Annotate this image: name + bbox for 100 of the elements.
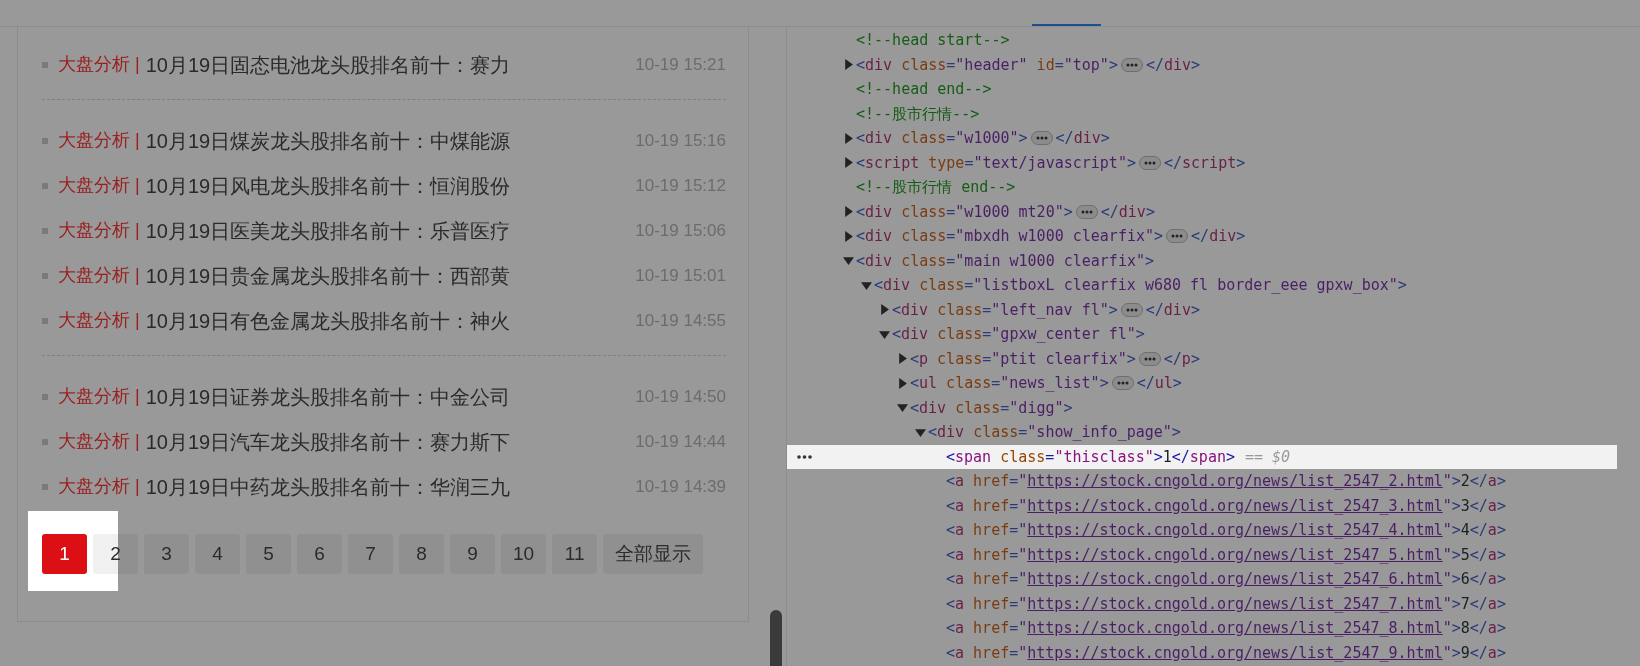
- page-button[interactable]: 10: [501, 534, 547, 574]
- page-button[interactable]: 11: [552, 534, 598, 574]
- ellipsis-icon[interactable]: [1075, 204, 1098, 219]
- dom-node-row[interactable]: <p class="ptit clearfix"> </p>: [787, 346, 1617, 371]
- dom-node-row[interactable]: <!--head end-->: [787, 77, 1617, 102]
- active-tab-indicator: [1032, 24, 1101, 26]
- caret-icon[interactable]: [897, 353, 908, 365]
- dom-node-row[interactable]: <div class="listboxL clearfix w680 fl border_eee gpxw_box">: [787, 273, 1617, 298]
- element-code: <a href="https://stock.cngold.org/news/list_2547_8.html">8</a>: [946, 618, 1506, 639]
- element-code: <a href="https://stock.cngold.org/news/list_2547_4.html">4</a>: [946, 520, 1506, 541]
- ellipsis-icon[interactable]: [1120, 57, 1143, 72]
- caret-icon[interactable]: [843, 230, 854, 242]
- page-button[interactable]: 7: [348, 534, 393, 574]
- ellipsis-icon[interactable]: [1111, 376, 1134, 391]
- dom-node-row[interactable]: <div class="gpxw_center fl">: [787, 322, 1617, 347]
- page-button[interactable]: 8: [399, 534, 444, 574]
- category-link[interactable]: 大盘分析 |: [58, 217, 140, 244]
- caret-icon[interactable]: [861, 279, 872, 291]
- opening-tag: <ul class="news_list">: [910, 372, 1109, 395]
- news-title-link[interactable]: 10月19日贵金属龙头股排名前十：西部黄: [145, 260, 511, 291]
- caret-icon[interactable]: [843, 206, 854, 218]
- dom-node-row[interactable]: <ul class="news_list"> </ul>: [787, 371, 1617, 396]
- bullet-icon: [42, 438, 48, 445]
- closing-tag: </script>: [1163, 151, 1246, 174]
- dom-node-row[interactable]: <div class="w1000 mt20"> </div>: [787, 199, 1617, 224]
- comment-text: <!--股市行情-->: [856, 103, 980, 125]
- dom-node-row[interactable]: <a href="https://stock.cngold.org/news/list_2547_5.html">5</a>: [787, 542, 1617, 567]
- category-link[interactable]: 大盘分析 |: [58, 172, 140, 199]
- dom-node-row[interactable]: <!--head start-->: [787, 28, 1617, 53]
- news-title-link[interactable]: 10月19日煤炭龙头股排名前十：中煤能源: [145, 125, 511, 156]
- caret-icon[interactable]: [843, 255, 854, 267]
- category-link[interactable]: 大盘分析 |: [58, 473, 140, 500]
- ellipsis-icon[interactable]: [1138, 155, 1161, 170]
- element-code: <div class="show_info_page">: [928, 422, 1181, 443]
- opening-tag: <div class="header" id="top">: [856, 53, 1118, 76]
- dom-node-row[interactable]: <a href="https://stock.cngold.org/news/list_2547_2.html">2</a>: [787, 469, 1617, 494]
- dom-node-row[interactable]: <div class="left_nav fl"> </div>: [787, 297, 1617, 322]
- element-code: <div class="listboxL clearfix w680 fl border_eee gpxw_box">: [874, 275, 1407, 296]
- caret-icon[interactable]: [843, 157, 854, 169]
- page-button[interactable]: 9: [450, 534, 495, 574]
- caret-icon[interactable]: [879, 328, 890, 340]
- ellipsis-icon[interactable]: [1166, 229, 1189, 244]
- bullet-icon: [42, 483, 48, 490]
- dom-node-row[interactable]: <div class="mbxdh w1000 clearfix"> </div>: [787, 224, 1617, 249]
- element-code: <div class="gpxw_center fl">: [892, 324, 1145, 345]
- category-link[interactable]: 大盘分析 |: [58, 51, 140, 78]
- news-title-link[interactable]: 10月19日医美龙头股排名前十：乐普医疗: [145, 215, 511, 246]
- page-button[interactable]: 6: [297, 534, 342, 574]
- caret-icon[interactable]: [843, 59, 854, 71]
- page-button[interactable]: 1: [42, 534, 87, 574]
- dom-node-row[interactable]: <div class="main w1000 clearfix">: [787, 248, 1617, 273]
- page-button[interactable]: 2: [93, 534, 138, 574]
- ellipsis-icon[interactable]: [1030, 131, 1053, 146]
- dom-node-row[interactable]: <div class="header" id="top"> </div>: [787, 52, 1617, 77]
- dom-node-row[interactable]: <!--股市行情-->: [787, 101, 1617, 126]
- opening-tag: <p class="ptit clearfix">: [910, 347, 1136, 370]
- page-button[interactable]: 4: [195, 534, 240, 574]
- news-title-link[interactable]: 10月19日汽车龙头股排名前十：赛力斯下: [145, 426, 511, 457]
- closing-tag: </div>: [1055, 127, 1110, 150]
- news-title-link[interactable]: 10月19日风电龙头股排名前十：恒润股份: [145, 170, 511, 201]
- closing-tag: </div>: [1145, 298, 1200, 321]
- ellipsis-icon[interactable]: [1120, 302, 1143, 317]
- category-link[interactable]: 大盘分析 |: [58, 127, 140, 154]
- closing-tag: </div>: [1191, 225, 1246, 248]
- news-title-link[interactable]: 10月19日固态电池龙头股排名前十：赛力: [145, 49, 511, 80]
- dom-node-row[interactable]: <a href="https://stock.cngold.org/news/list_2547_8.html">8</a>: [787, 616, 1617, 641]
- dom-node-row[interactable]: <script type="text/javascript"> </script>: [787, 150, 1617, 175]
- closing-tag: </div>: [1100, 200, 1155, 223]
- dom-node-row[interactable]: <div class="show_info_page">: [787, 420, 1617, 445]
- caret-icon[interactable]: [897, 402, 908, 414]
- page-button[interactable]: 全部显示: [603, 534, 704, 574]
- category-link[interactable]: 大盘分析 |: [58, 262, 140, 289]
- caret-icon[interactable]: [915, 426, 926, 438]
- bullet-icon: [42, 227, 48, 234]
- news-title-link[interactable]: 10月19日证券龙头股排名前十：中金公司: [145, 381, 511, 412]
- dom-node-row[interactable]: <a href="https://stock.cngold.org/news/list_2547_9.html">9</a>: [787, 640, 1617, 665]
- caret-icon[interactable]: [843, 132, 854, 144]
- caret-icon[interactable]: [897, 377, 908, 389]
- dom-node-row[interactable]: <span class="thisclass">1</span> == $0: [787, 444, 1617, 469]
- caret-icon[interactable]: [879, 304, 890, 316]
- news-title-link[interactable]: 10月19日中药龙头股排名前十：华润三九: [145, 471, 511, 502]
- ellipsis-icon[interactable]: [1138, 351, 1161, 366]
- page-button[interactable]: 5: [246, 534, 291, 574]
- opening-tag: <div class="w1000">: [856, 127, 1028, 150]
- dom-node-row[interactable]: <!--股市行情 end-->: [787, 175, 1617, 200]
- category-link[interactable]: 大盘分析 |: [58, 383, 140, 410]
- dom-node-row[interactable]: <div class="digg">: [787, 395, 1617, 420]
- category-link[interactable]: 大盘分析 |: [58, 307, 140, 334]
- more-icon[interactable]: [797, 454, 812, 459]
- bullet-icon: [42, 393, 48, 400]
- dom-node-row[interactable]: <div class="w1000"> </div>: [787, 126, 1617, 151]
- dom-node-row[interactable]: <a href="https://stock.cngold.org/news/list_2547_7.html">7</a>: [787, 591, 1617, 616]
- news-title-link[interactable]: 10月19日有色金属龙头股排名前十：神火: [145, 305, 511, 336]
- category-link[interactable]: 大盘分析 |: [58, 428, 140, 455]
- dom-node-row[interactable]: <a href="https://stock.cngold.org/news/list_2547_6.html">6</a>: [787, 567, 1617, 592]
- dom-node-row[interactable]: <a href="https://stock.cngold.org/news/list_2547_4.html">4</a>: [787, 518, 1617, 543]
- scrollbar-thumb[interactable]: [770, 610, 782, 666]
- bullet-icon: [42, 272, 48, 279]
- page-button[interactable]: 3: [144, 534, 189, 574]
- dom-node-row[interactable]: <a href="https://stock.cngold.org/news/list_2547_3.html">3</a>: [787, 493, 1617, 518]
